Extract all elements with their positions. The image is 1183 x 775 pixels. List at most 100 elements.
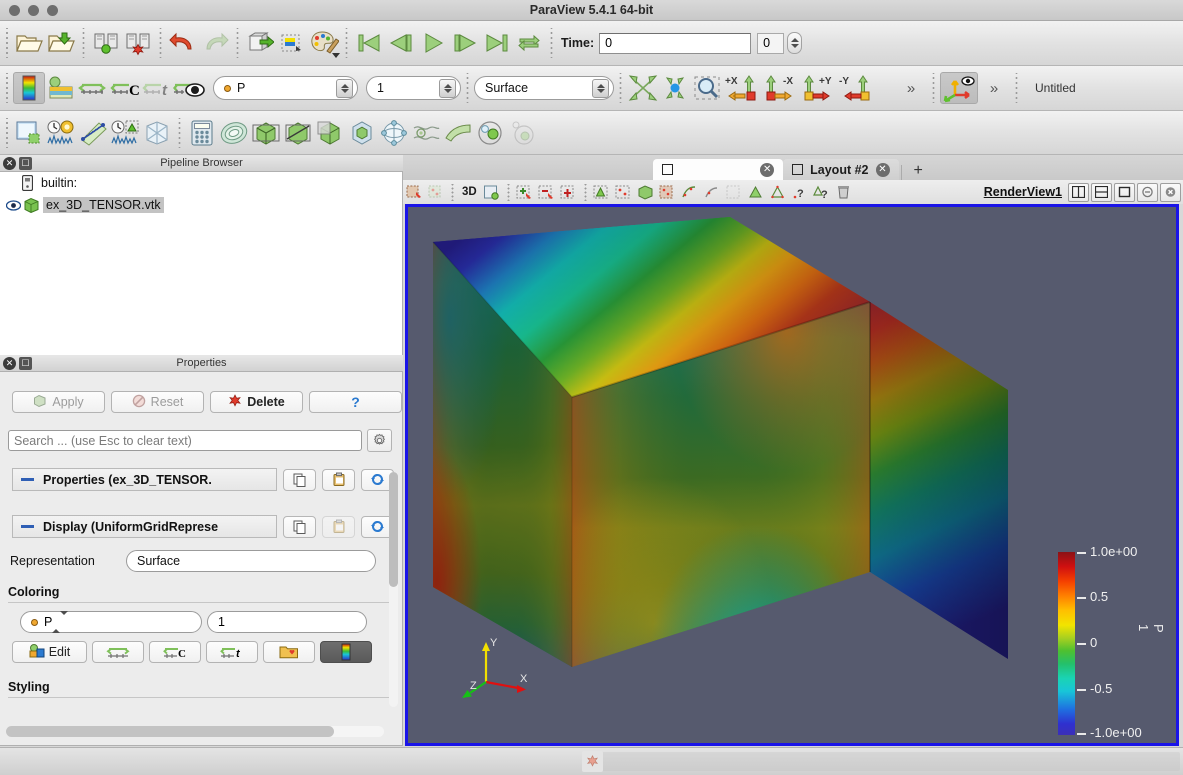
save-data-icon[interactable] xyxy=(45,27,77,59)
grow-selection-icon[interactable] xyxy=(679,182,701,203)
rescale-visible-range-icon[interactable]: t xyxy=(141,72,173,104)
copy-icon[interactable] xyxy=(283,468,316,491)
clear-selection-icon[interactable] xyxy=(723,182,745,203)
close-tab-icon[interactable]: ✕ xyxy=(875,162,890,177)
neg-y-icon[interactable]: -Y xyxy=(837,72,875,104)
extract-block-icon[interactable] xyxy=(506,117,538,149)
query-points-icon[interactable]: ? xyxy=(811,182,833,203)
frame-stepper[interactable] xyxy=(787,32,803,54)
toolbar-overflow-button-2[interactable]: » xyxy=(978,72,1010,104)
paste-icon[interactable] xyxy=(322,468,355,491)
contour-icon[interactable] xyxy=(218,117,250,149)
connect-server-icon[interactable] xyxy=(90,27,122,59)
frustum-cells-icon[interactable] xyxy=(591,182,613,203)
frame-input[interactable]: 0 xyxy=(757,32,785,54)
close-panel-icon[interactable]: ✕ xyxy=(3,156,16,170)
layout-tab-2[interactable]: Layout #2 ✕ xyxy=(783,159,899,180)
combo-arrows-icon[interactable] xyxy=(52,611,69,633)
interactive-select-cells-icon[interactable] xyxy=(514,182,536,203)
float-panel-icon[interactable]: ☐ xyxy=(19,156,32,170)
representation-select[interactable]: Surface xyxy=(126,550,376,572)
glyph-icon[interactable] xyxy=(141,117,173,149)
representation-combo[interactable]: Surface xyxy=(474,76,614,100)
undo-camera-icon[interactable] xyxy=(244,27,276,59)
show-orientation-axes-icon[interactable] xyxy=(940,72,978,104)
split-horizontal-icon[interactable] xyxy=(1068,182,1089,202)
interactive-select-points-icon[interactable] xyxy=(536,182,558,203)
render-view[interactable]: Y X Z 1.0e+00 0.5 0 -0.5 -1.0e+00 P 1 xyxy=(405,204,1179,746)
float-panel-icon[interactable]: ☐ xyxy=(19,356,32,370)
copy-icon[interactable] xyxy=(283,515,316,538)
color-legend[interactable]: 1.0e+00 0.5 0 -0.5 -1.0e+00 P 1 xyxy=(1058,544,1166,740)
zoom-to-data-icon[interactable] xyxy=(659,72,691,104)
select-polygon-points-icon[interactable] xyxy=(657,182,679,203)
toolbar-grip[interactable] xyxy=(3,73,10,103)
add-layout-button[interactable]: + xyxy=(904,162,933,180)
properties-section-header[interactable]: Properties (ex_3D_TENSOR. xyxy=(12,468,277,491)
view-mode-label[interactable]: 3D xyxy=(458,186,481,198)
plot-over-line-icon[interactable] xyxy=(77,117,109,149)
display-section-header[interactable]: Display (UniformGridRepresе xyxy=(12,515,277,538)
paste-icon[interactable] xyxy=(322,515,355,538)
coloring-component-select[interactable]: 1 xyxy=(207,611,367,633)
rescale-data-range-button[interactable] xyxy=(92,641,144,663)
first-frame-icon[interactable] xyxy=(353,27,385,59)
select-points-on-icon[interactable] xyxy=(425,182,447,203)
maximize-view-icon[interactable] xyxy=(1114,182,1135,202)
reset-button[interactable]: Reset xyxy=(111,391,204,413)
abort-icon[interactable] xyxy=(582,751,603,772)
edit-color-map-button[interactable]: Edit xyxy=(12,641,87,663)
hover-points-icon[interactable] xyxy=(767,182,789,203)
pos-y-icon[interactable]: +Y xyxy=(799,72,837,104)
extract-level-icon[interactable] xyxy=(474,117,506,149)
properties-vertical-scrollbar[interactable] xyxy=(389,472,398,707)
redo-camera-icon[interactable] xyxy=(276,27,308,59)
coloring-component-combo[interactable]: 1 xyxy=(366,76,461,100)
hover-cells-icon[interactable] xyxy=(558,182,580,203)
toolbar-grip[interactable] xyxy=(3,28,10,58)
rescale-temporal-range-icon[interactable]: C xyxy=(109,72,141,104)
close-tab-icon[interactable]: ✕ xyxy=(760,162,775,177)
calculator-icon[interactable] xyxy=(186,117,218,149)
zoom-to-box-icon[interactable] xyxy=(691,72,723,104)
split-vertical-icon[interactable] xyxy=(1091,182,1112,202)
toolbar-overflow-button[interactable]: » xyxy=(895,72,927,104)
properties-horizontal-scrollbar[interactable] xyxy=(6,726,384,737)
rescale-custom-range-icon[interactable] xyxy=(77,72,109,104)
properties-section[interactable]: Properties (ex_3D_TENSOR. xyxy=(12,468,394,491)
delete-button[interactable]: Delete xyxy=(210,391,303,413)
plot-over-time-icon[interactable] xyxy=(45,117,77,149)
hover-triangle-icon[interactable] xyxy=(745,182,767,203)
extract-selection-icon[interactable] xyxy=(13,117,45,149)
render-view-name[interactable]: RenderView1 xyxy=(984,185,1062,199)
time-input[interactable]: 0 xyxy=(599,32,752,54)
reset-camera-icon[interactable] xyxy=(627,72,659,104)
show-color-legend-button[interactable] xyxy=(320,641,372,663)
pipeline-item-dataset[interactable]: ex_3D_TENSOR.vtk xyxy=(0,194,402,216)
clip-icon[interactable] xyxy=(250,117,282,149)
extract-subset-icon[interactable] xyxy=(346,117,378,149)
rescale-custom-button[interactable]: C xyxy=(149,641,201,663)
layout-tab-1[interactable]: ✕ xyxy=(653,159,784,180)
advanced-properties-icon[interactable] xyxy=(367,429,392,452)
close-panel-icon[interactable]: ✕ xyxy=(3,356,16,370)
last-frame-icon[interactable] xyxy=(481,27,513,59)
coloring-array-select[interactable]: P xyxy=(20,611,202,633)
neg-x-icon[interactable]: -X xyxy=(761,72,799,104)
group-datasets-icon[interactable] xyxy=(442,117,474,149)
help-button[interactable]: ? xyxy=(309,391,402,413)
delete-selection-icon[interactable] xyxy=(833,182,855,203)
warp-icon[interactable] xyxy=(410,117,442,149)
choose-preset-button[interactable] xyxy=(263,641,315,663)
plot-selection-over-time-icon[interactable] xyxy=(109,117,141,149)
frustum-points-icon[interactable] xyxy=(613,182,635,203)
pos-x-icon[interactable]: +X xyxy=(723,72,761,104)
undo-icon[interactable] xyxy=(167,27,199,59)
toolbar-grip[interactable] xyxy=(3,117,10,148)
toggle-color-legend-icon[interactable] xyxy=(173,72,205,104)
close-view-icon[interactable] xyxy=(1160,182,1181,202)
colormap-icon[interactable] xyxy=(13,72,45,104)
rescale-temporal-button[interactable]: t xyxy=(206,641,258,663)
coloring-array-combo[interactable]: P xyxy=(213,76,358,100)
undock-view-icon[interactable] xyxy=(1137,182,1158,202)
